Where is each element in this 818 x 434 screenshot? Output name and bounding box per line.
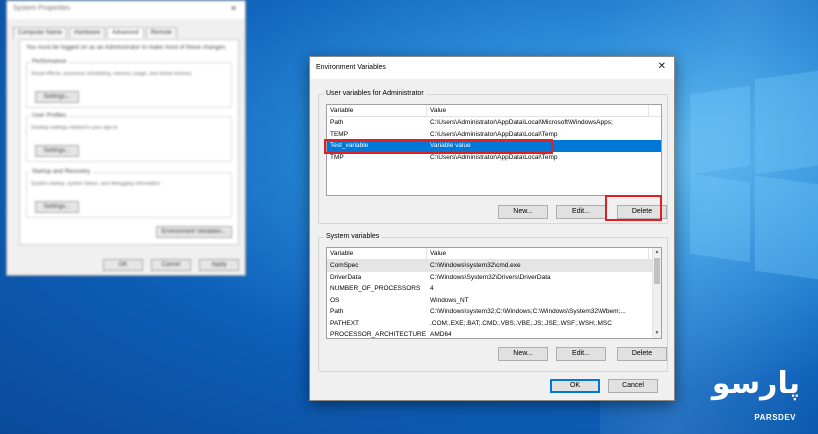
tab-computer-name[interactable]: Computer Name [13,27,68,38]
ok-button[interactable]: OK [103,259,143,271]
row-variable: DriverData [330,273,362,281]
scroll-up-icon[interactable]: ▲ [653,248,661,257]
environment-variables-button[interactable]: Environment Variables... [156,226,232,238]
windows-logo-pane [690,85,750,175]
row-value: C:\Windows\System32\Drivers\DriverData [430,273,551,281]
table-row[interactable]: NUMBER_OF_PROCESSORS 4 [327,283,661,295]
group-label: Performance [30,59,69,65]
table-row[interactable]: PROCESSOR_ARCHITECTURE AMD64 [327,329,661,339]
row-value: Windows_NT [430,296,469,304]
performance-settings-button[interactable]: Settings... [35,91,79,103]
dialog-title: Environment Variables [316,64,386,71]
admin-note: You must be logged on as an Administrato… [26,45,227,51]
tab-hardware[interactable]: Hardware [69,27,106,38]
system-new-button[interactable]: New... [498,347,548,361]
system-variables-list[interactable]: Variable Value ComSpec C:\Windows\system… [326,247,662,339]
row-value: C:\Users\Administrator\AppData\Local\Tem… [430,153,558,161]
cancel-button[interactable]: Cancel [608,379,658,393]
row-variable: OS [330,296,340,304]
row-variable: TEMP [330,130,349,138]
row-value: C:\Windows\system32;C:\Windows;C:\Window… [430,308,626,316]
tab-remote[interactable]: Remote [145,27,177,38]
row-variable: ComSpec [330,262,359,270]
table-row[interactable]: DriverData C:\Windows\System32\Drivers\D… [327,272,661,284]
startup-recovery-settings-button[interactable]: Settings... [35,201,79,213]
performance-group: Performance Visual effects, processor sc… [26,59,232,108]
column-header-variable[interactable]: Variable [327,248,427,259]
group-label: User Profiles [30,113,69,119]
system-properties-window: System Properties ✕ Computer Name Hardwa… [6,0,246,276]
brand-subtitle: PARSDEV [754,413,796,422]
table-row[interactable]: Path C:\Users\Administrator\AppData\Loca… [327,117,661,129]
system-delete-button[interactable]: Delete [617,347,667,361]
user-edit-button[interactable]: Edit... [556,205,606,219]
startup-recovery-group: Startup and Recovery System startup, sys… [26,169,232,218]
brand-logo: پارسو [711,366,801,401]
row-value: AMD64 [430,331,452,339]
system-properties-tabs: Computer Name Hardware Advanced Remote [7,19,245,38]
windows-logo-pane [690,173,750,263]
row-value: 4 [430,285,434,293]
row-variable: PROCESSOR_ARCHITECTURE [330,331,427,339]
group-label: Startup and Recovery [30,169,93,175]
close-icon[interactable]: ✕ [658,61,666,72]
row-value: C:\Users\Administrator\AppData\Local\Tem… [430,130,558,138]
row-variable: Path [330,308,344,316]
windows-logo-pane [755,70,818,175]
windows-logo-pane [755,175,818,280]
highlight-box-delete-button [605,195,662,221]
scroll-down-icon[interactable]: ▼ [653,329,661,338]
list-header: Variable Value [327,248,661,260]
close-icon[interactable]: ✕ [230,4,237,13]
table-row[interactable]: PATHEXT .COM;.EXE;.BAT;.CMD;.VBS;.VBE;.J… [327,318,661,330]
dialog-titlebar: Environment Variables ✕ [310,57,674,79]
table-row[interactable]: OS Windows_NT [327,295,661,307]
column-header-value[interactable]: Value [427,248,649,259]
scrollbar-thumb[interactable] [654,258,660,284]
row-value: .COM;.EXE;.BAT;.CMD;.VBS;.VBE;.JS;.JSE;.… [430,319,612,327]
advanced-tab-pane: You must be logged on as an Administrato… [19,39,239,245]
system-properties-title: System Properties [7,1,245,19]
group-description: Visual effects, processor scheduling, me… [31,71,192,77]
system-edit-button[interactable]: Edit... [556,347,606,361]
system-variables-group: System variables Variable Value ComSpec … [318,233,668,372]
row-variable: TMP [330,153,344,161]
row-value: C:\Windows\system32\cmd.exe [430,262,521,270]
list-header: Variable Value [327,105,661,117]
column-header-variable[interactable]: Variable [327,105,427,116]
row-variable: Path [330,119,344,127]
system-variables-label: System variables [324,233,382,240]
tab-advanced[interactable]: Advanced [107,27,144,38]
environment-variables-dialog: Environment Variables ✕ User variables f… [309,56,675,401]
vertical-scrollbar[interactable]: ▲ ▼ [652,248,661,338]
table-row[interactable]: Path C:\Windows\system32;C:\Windows;C:\W… [327,306,661,318]
group-description: Desktop settings related to your sign-in [31,125,118,131]
system-properties-footer: OK Cancel Apply [103,259,239,271]
group-description: System startup, system failure, and debu… [31,181,160,187]
user-variables-label: User variables for Administrator [324,90,426,97]
cancel-button[interactable]: Cancel [151,259,191,271]
ok-button[interactable]: OK [550,379,600,393]
row-variable: NUMBER_OF_PROCESSORS [330,285,421,293]
brand-watermark: پارسو PARSDEV [690,366,801,422]
row-variable: PATHEXT [330,319,360,327]
user-profiles-group: User Profiles Desktop settings related t… [26,113,232,162]
user-profiles-settings-button[interactable]: Settings... [35,145,79,157]
apply-button[interactable]: Apply [199,259,239,271]
column-header-value[interactable]: Value [427,105,649,116]
table-row[interactable]: ComSpec C:\Windows\system32\cmd.exe [327,260,661,272]
user-new-button[interactable]: New... [498,205,548,219]
highlight-box-selected-variable [324,139,553,154]
row-value: C:\Users\Administrator\AppData\Local\Mic… [430,119,613,127]
